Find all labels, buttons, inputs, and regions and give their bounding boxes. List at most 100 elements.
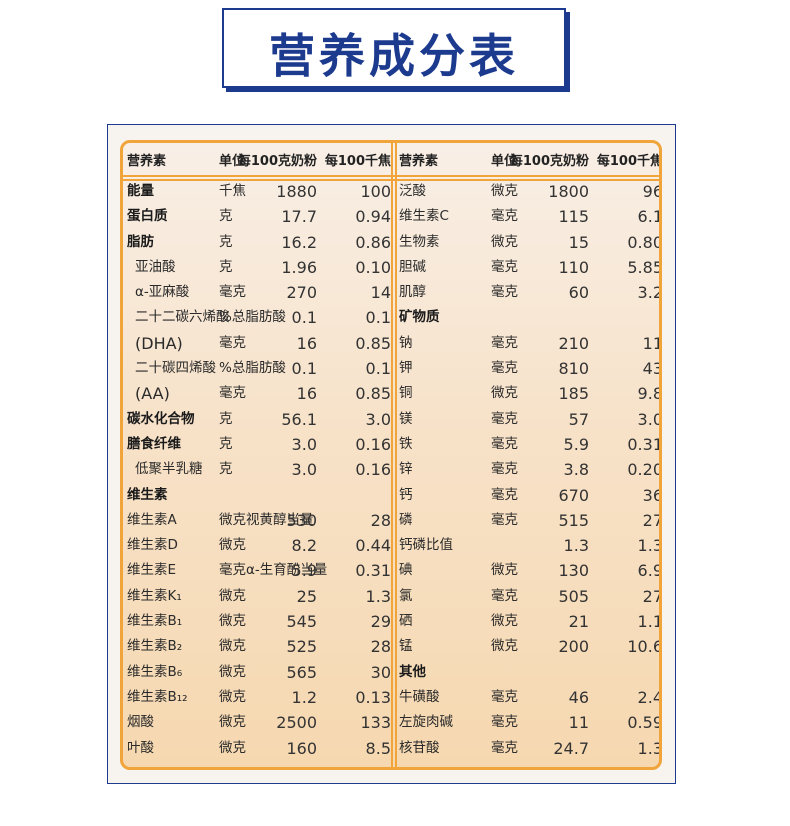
nutrient-name: 维生素D <box>127 537 178 554</box>
table-row: 铁 毫克 5.9 0.31 <box>399 432 662 457</box>
value-per100kj: 36 <box>642 485 662 505</box>
nutrient-name: 磷 <box>399 511 413 528</box>
table-row: 铜 微克 185 9.8 <box>399 381 659 406</box>
value-per100kj: 0.10 <box>355 257 391 277</box>
header-per100g: 每100克奶粉 <box>509 154 589 169</box>
nutrient-name: 维生素 <box>127 486 168 503</box>
nutrient-name: α-亚麻酸 <box>135 284 190 301</box>
nutrient-unit: 毫克 <box>491 511 518 528</box>
value-per100kj: 0.31 <box>627 434 662 454</box>
value-per100g: 3.0 <box>291 434 317 454</box>
nutrient-name: 锌 <box>399 461 413 478</box>
nutrient-unit: 毫克 <box>491 410 518 427</box>
table-row: 胆碱 毫克 110 5.85 <box>399 255 659 280</box>
value-per100kj: 1.3 <box>637 738 662 758</box>
table-row: 左旋肉碱 毫克 11 0.59 <box>399 710 659 735</box>
nutrient-name: 维生素B₁ <box>127 613 183 630</box>
nutrient-name: 碘 <box>399 562 413 579</box>
table-row: 二十碳四烯酸 %总脂肪酸 0.1 0.1 <box>127 356 393 381</box>
value-per100g: 21 <box>568 612 589 632</box>
nutrient-name: 碳水化合物 <box>127 410 195 427</box>
value-per100g: 115 <box>558 207 589 227</box>
value-per100kj: 0.16 <box>355 434 391 454</box>
table-row: 维生素D 微克 8.2 0.44 <box>127 533 393 558</box>
value-per100g: 24.7 <box>553 738 589 758</box>
left-rows: 能量 千焦 1880 100 蛋白质克 17.7 0.94 脂肪克 16.2 0.86 亚油酸克 1.… <box>127 179 393 761</box>
nutrient-unit: 毫克 <box>491 435 518 452</box>
value-per100kj: 0.1 <box>365 359 391 379</box>
table-row: 能量 千焦 1880 100 <box>127 179 393 204</box>
header-nutrient: 营养素 <box>399 154 439 169</box>
nutrient-name: 维生素K₁ <box>127 587 182 604</box>
value-per100g: 11 <box>568 713 589 733</box>
value-per100kj: 6.9 <box>637 561 662 581</box>
nutrient-unit: 微克 <box>219 739 246 756</box>
value-per100g: 2500 <box>276 713 317 733</box>
value-per100kj: 14 <box>370 283 391 303</box>
value-per100g: 5.9 <box>563 434 589 454</box>
nutrient-name: 维生素B₂ <box>127 638 183 655</box>
value-per100kj: 0.31 <box>355 561 391 581</box>
value-per100kj: 8.5 <box>365 738 391 758</box>
value-per100kj: 6.1 <box>637 207 662 227</box>
table-row: 维生素B₁₂ 微克 1.2 0.13 <box>127 685 393 710</box>
value-per100kj: 0.44 <box>355 536 391 556</box>
nutrient-name: 硒 <box>399 613 413 630</box>
value-per100g: 1.2 <box>291 687 317 707</box>
nutrient-name: 铜 <box>399 385 413 402</box>
value-per100kj: 0.13 <box>355 687 391 707</box>
value-per100kj: 0.85 <box>355 333 391 353</box>
value-per100g: 0.1 <box>291 308 317 328</box>
nutrient-unit: 克 <box>219 258 233 275</box>
value-per100g: 0.1 <box>291 359 317 379</box>
value-per100g: 5.9 <box>291 561 317 581</box>
table-row: 其他 <box>399 660 659 685</box>
table-header-left: 营养素 单位 每100克奶粉 每100千焦 <box>127 150 393 170</box>
value-per100g: 56.1 <box>281 409 317 429</box>
header-per100g: 每100克奶粉 <box>237 154 317 169</box>
value-per100g: 210 <box>558 333 589 353</box>
table-row: 镁 毫克 57 3.0 <box>399 407 662 432</box>
nutrient-unit: 毫克 <box>491 334 518 351</box>
header-nutrient: 营养素 <box>127 154 167 169</box>
table-row: 蛋白质 克 17.7 0.94 <box>127 204 393 229</box>
table-row: 肌醇 毫克 60 3.2 <box>399 280 659 305</box>
table-row: 钠 毫克 210 11 <box>399 331 659 356</box>
nutrient-unit: 微克 <box>491 613 518 630</box>
nutrient-name: 左旋肉碱 <box>399 714 453 731</box>
nutrient-name: 膳食纤维 <box>127 435 181 452</box>
value-per100g: 545 <box>286 612 317 632</box>
nutrient-unit: 毫克 <box>491 284 518 301</box>
table-row: α-亚麻酸 毫克 270 14 <box>127 280 393 305</box>
nutrient-unit: 毫克 <box>491 461 518 478</box>
nutrient-unit: 微克 <box>491 233 518 250</box>
nutrient-name: 维生素A <box>127 511 177 528</box>
table-header-right: 营养素 单位 每100克奶粉 每100千焦 <box>399 150 659 170</box>
nutrient-unit: 克 <box>219 208 233 225</box>
nutrient-name: 泛酸 <box>399 183 426 199</box>
table-row: 矿物质 <box>399 305 659 330</box>
table-row: 维生素B₆ 微克 565 30 <box>127 660 393 685</box>
nutrient-name: 氯 <box>399 587 413 604</box>
value-per100g: 505 <box>558 586 589 606</box>
nutrient-name: (DHA) <box>135 333 183 353</box>
value-per100g: 16 <box>296 384 317 404</box>
value-per100g: 525 <box>286 637 317 657</box>
value-per100g: 17.7 <box>281 207 317 227</box>
value-per100g: 3.0 <box>291 460 317 480</box>
nutrient-unit: 微克 <box>219 688 246 705</box>
nutrient-unit: 毫克 <box>219 334 246 351</box>
value-per100g: 1800 <box>548 182 589 201</box>
value-per100kj: 27 <box>642 586 662 606</box>
table-row: 维生素B₁ 微克 545 29 <box>127 609 393 634</box>
table-row: 氯 毫克 505 27 <box>399 584 662 609</box>
value-per100kj: 3.0 <box>637 409 662 429</box>
nutrient-unit: 毫克 <box>491 208 518 225</box>
value-per100g: 57 <box>568 409 589 429</box>
nutrient-name: 能量 <box>127 183 154 199</box>
value-per100g: 16 <box>296 333 317 353</box>
table-row: 钙 毫克 670 36 <box>399 483 662 508</box>
value-per100g: 25 <box>296 586 317 606</box>
value-per100g: 270 <box>286 283 317 303</box>
value-per100g: 185 <box>558 384 589 404</box>
